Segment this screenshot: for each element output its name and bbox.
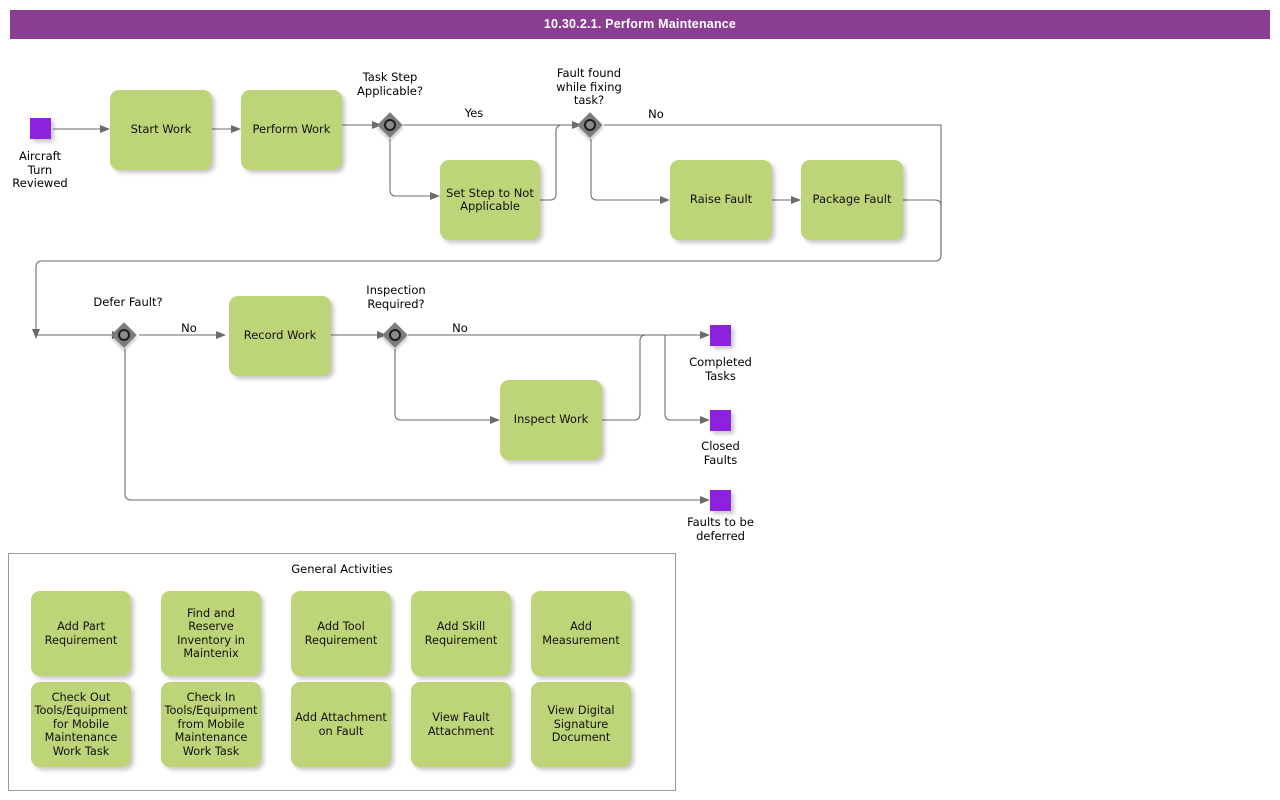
- activity-label: Add Measurement: [542, 620, 620, 647]
- inclusive-gateway-circle-icon: [384, 119, 396, 131]
- activity-add-attachment-on-fault[interactable]: Add Attachment on Fault: [291, 682, 391, 767]
- task-record-work-label: Record Work: [243, 328, 317, 343]
- gateway-defer-fault[interactable]: [111, 322, 138, 349]
- activity-add-measurement[interactable]: Add Measurement: [531, 591, 631, 676]
- gateway-defer-fault-label: Defer Fault?: [93, 295, 163, 309]
- activity-view-fault-attachment[interactable]: View Fault Attachment: [411, 682, 511, 767]
- activity-add-skill-requirement[interactable]: Add Skill Requirement: [411, 591, 511, 676]
- flow-label-no-fault-found: No: [648, 107, 664, 121]
- activity-add-tool-requirement[interactable]: Add Tool Requirement: [291, 591, 391, 676]
- end-event-completed-tasks[interactable]: [710, 325, 731, 346]
- task-package-fault[interactable]: Package Fault: [801, 160, 903, 240]
- activity-label: Check Out Tools/Equipment for Mobile Mai…: [34, 690, 128, 758]
- task-perform-work[interactable]: Perform Work: [241, 90, 342, 170]
- task-raise-fault[interactable]: Raise Fault: [670, 160, 772, 240]
- task-set-step-to-not-applicable-label: Set Step to Not Applicable: [446, 185, 534, 213]
- diagram-canvas: 10.30.2.1. Perform Maintenance Aircraft …: [0, 0, 1280, 800]
- gateway-task-step-applicable[interactable]: [377, 112, 404, 139]
- start-event-aircraft-turn-reviewed[interactable]: [30, 118, 51, 139]
- activity-label: Add Tool Requirement: [304, 620, 378, 647]
- activity-label: Add Part Requirement: [44, 620, 118, 647]
- activity-label: View Fault Attachment: [427, 711, 495, 738]
- general-activities-panel: General Activities Add Part Requirement …: [8, 553, 676, 791]
- gateway-inspection-required-label: Inspection Required?: [366, 283, 426, 311]
- end-event-faults-to-be-deferred[interactable]: [710, 490, 731, 511]
- general-activities-grid: Add Part Requirement Find and Reserve In…: [9, 554, 675, 790]
- activity-check-out-tools[interactable]: Check Out Tools/Equipment for Mobile Mai…: [31, 682, 131, 767]
- activity-check-in-tools[interactable]: Check In Tools/Equipment from Mobile Mai…: [161, 682, 261, 767]
- activity-label: Find and Reserve Inventory in Maintenix: [177, 606, 245, 661]
- task-perform-work-label: Perform Work: [252, 122, 331, 137]
- activity-find-reserve-inventory[interactable]: Find and Reserve Inventory in Maintenix: [161, 591, 261, 676]
- end-event-completed-tasks-label: Completed Tasks: [689, 355, 752, 383]
- end-event-closed-faults[interactable]: [710, 410, 731, 431]
- activity-add-part-requirement[interactable]: Add Part Requirement: [31, 591, 131, 676]
- inclusive-gateway-circle-icon: [118, 329, 130, 341]
- start-event-label: Aircraft Turn Reviewed: [12, 149, 68, 190]
- activity-label: Check In Tools/Equipment from Mobile Mai…: [164, 690, 258, 758]
- activity-label: View Digital Signature Document: [547, 704, 615, 745]
- activity-label: Add Skill Requirement: [424, 620, 498, 647]
- inclusive-gateway-circle-icon: [584, 119, 596, 131]
- flow-label-no-defer-fault: No: [181, 321, 197, 335]
- task-inspect-work[interactable]: Inspect Work: [500, 380, 602, 460]
- task-raise-fault-label: Raise Fault: [689, 192, 753, 207]
- activity-label: Add Attachment on Fault: [295, 711, 387, 738]
- task-start-work[interactable]: Start Work: [110, 90, 212, 170]
- gateway-fault-found-label: Fault found while fixing task?: [556, 66, 622, 107]
- flow-label-yes-task-step-applicable: Yes: [464, 106, 484, 120]
- inclusive-gateway-circle-icon: [389, 329, 401, 341]
- activity-view-digital-signature[interactable]: View Digital Signature Document: [531, 682, 631, 767]
- task-set-step-to-not-applicable[interactable]: Set Step to Not Applicable: [440, 160, 540, 240]
- flow-label-no-inspection-required: No: [452, 321, 468, 335]
- gateway-task-step-applicable-label: Task Step Applicable?: [357, 70, 423, 98]
- task-start-work-label: Start Work: [130, 122, 192, 137]
- end-event-closed-faults-label: Closed Faults: [701, 439, 740, 467]
- task-record-work[interactable]: Record Work: [229, 296, 331, 376]
- task-package-fault-label: Package Fault: [812, 192, 892, 207]
- end-event-faults-to-be-deferred-label: Faults to be deferred: [687, 515, 754, 543]
- gateway-inspection-required[interactable]: [382, 322, 409, 349]
- task-inspect-work-label: Inspect Work: [513, 412, 589, 427]
- gateway-fault-found[interactable]: [577, 112, 604, 139]
